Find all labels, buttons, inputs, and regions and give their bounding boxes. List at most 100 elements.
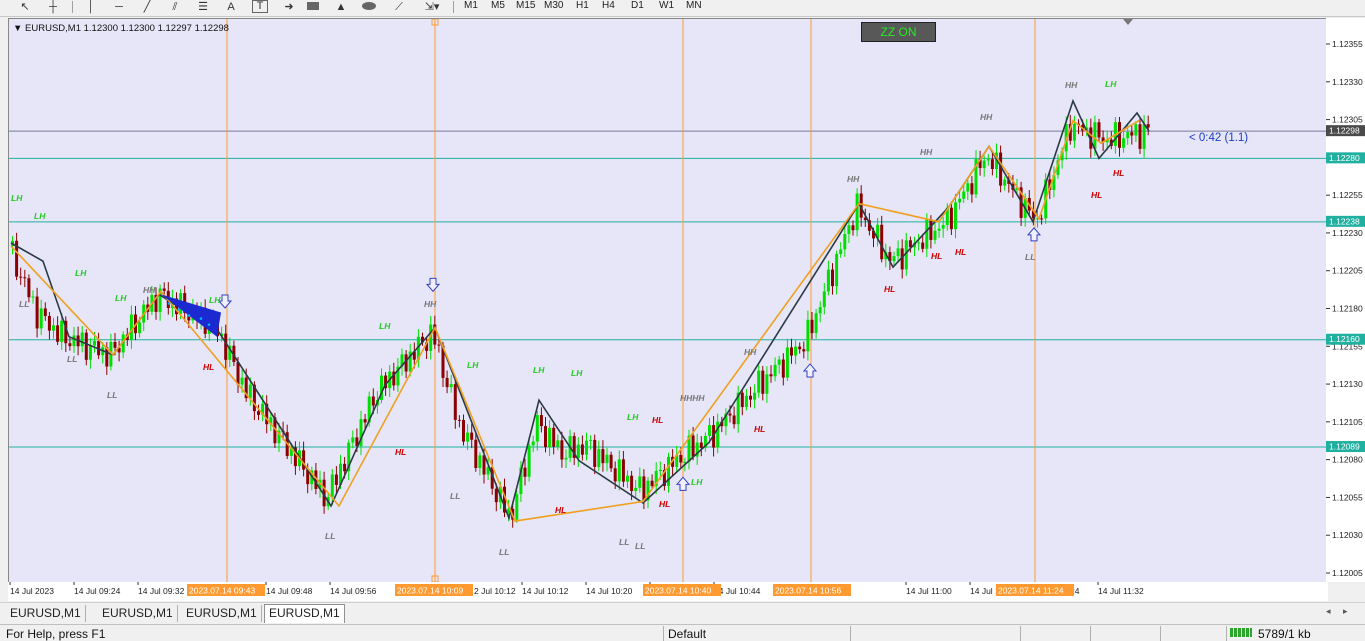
- down-arrow-icon[interactable]: [217, 294, 233, 309]
- tabs-scroll-right-icon[interactable]: ▸: [1343, 606, 1348, 617]
- toolbar: ↖ ┼ │ ─ ╱ ⫽ ☰ A T ➜ ▲ ⟋ ⇲▾ M1 M5 M15 M30 H1 H…: [0, 0, 1365, 17]
- bull-candle: [60, 320, 64, 342]
- bull-candle: [839, 249, 843, 255]
- bear-candle: [539, 415, 543, 427]
- zigzag-label: LH: [11, 193, 23, 203]
- down-arrow-icon[interactable]: [425, 277, 441, 293]
- bull-candle: [589, 439, 593, 441]
- triangle-icon[interactable]: ▲: [334, 0, 348, 14]
- timeframe-h1[interactable]: H1: [576, 0, 589, 14]
- bear-candle: [761, 370, 765, 394]
- price-tick-label: 1.12255: [1332, 190, 1363, 200]
- text-label-icon[interactable]: T: [252, 0, 268, 13]
- wedge-dot: [199, 317, 203, 320]
- chart-canvas[interactable]: LH LH LH LH LH LL LL LL HH HL HH LH LH HL LL LL LL LH LH HL…: [9, 18, 1327, 583]
- bull-candle: [535, 415, 539, 442]
- chart-tab[interactable]: EURUSD,M1: [182, 605, 262, 622]
- arrow-icon[interactable]: ➜: [282, 0, 296, 14]
- up-arrow-icon[interactable]: [802, 363, 818, 378]
- horizontal-line-icon[interactable]: ─: [112, 0, 126, 14]
- time-tick-label: 14 Jul 10:20: [586, 586, 633, 596]
- bull-candle: [80, 332, 84, 347]
- chart-scroll-marker-icon[interactable]: [1123, 19, 1133, 25]
- bear-candle: [679, 455, 683, 463]
- zigzag-line-orange[interactable]: [10, 119, 1140, 522]
- bear-candle: [470, 432, 474, 440]
- timeframe-m15[interactable]: M15: [516, 0, 535, 14]
- up-arrow-icon[interactable]: [675, 476, 691, 491]
- bear-candle: [457, 419, 461, 421]
- bear-candle: [810, 319, 814, 334]
- chart-tab[interactable]: EURUSD,M1: [98, 605, 178, 622]
- timeframe-h4[interactable]: H4: [602, 0, 615, 14]
- wedge-dot: [187, 314, 191, 317]
- zigzag-label: HL: [955, 247, 966, 257]
- timeframe-mn[interactable]: MN: [686, 0, 702, 14]
- bear-candle: [35, 296, 39, 329]
- bear-candle: [544, 426, 547, 448]
- chart-area[interactable]: LH LH LH LH LH LL LL LL HH HL HH LH LH HL LL LL LL LH LH HL…: [8, 18, 1328, 583]
- text-icon[interactable]: A: [224, 0, 238, 14]
- bull-candle: [248, 384, 252, 399]
- chart-tabs-bar: EURUSD,M1 EURUSD,M1 EURUSD,M1 EURUSD,M1 ◂ ▸: [0, 602, 1365, 623]
- objects-menu-icon[interactable]: ⇲▾: [420, 0, 444, 14]
- chart-tab[interactable]: EURUSD,M1: [264, 604, 345, 623]
- countdown-label: < 0:42 (1.1): [1189, 132, 1249, 144]
- bull-candle: [88, 345, 92, 360]
- bull-candle: [982, 160, 986, 169]
- vertical-line-icon[interactable]: │: [84, 0, 98, 14]
- price-tick-label: 1.12180: [1332, 304, 1363, 314]
- bear-candle: [334, 474, 338, 485]
- zigzag-label: LH: [75, 268, 87, 278]
- bear-candle: [552, 427, 556, 447]
- tabs-scroll-left-icon[interactable]: ◂: [1326, 606, 1331, 617]
- timeframe-d1[interactable]: D1: [631, 0, 644, 14]
- bull-candle: [773, 364, 777, 377]
- bear-candle: [236, 361, 240, 385]
- zigzag-label: LH: [1105, 79, 1117, 89]
- bear-candle: [728, 413, 732, 416]
- bull-candle: [72, 335, 76, 347]
- ellipse-icon[interactable]: [362, 0, 376, 14]
- fibo-fan-icon[interactable]: ⟋: [392, 0, 406, 14]
- timeframe-w1[interactable]: W1: [659, 0, 674, 14]
- bull-candle: [966, 183, 970, 192]
- bull-candle: [1093, 122, 1097, 149]
- up-arrow-icon[interactable]: [1026, 227, 1042, 242]
- time-highlight-label: 2023.07.14 10:09: [397, 586, 463, 596]
- bull-candle: [962, 191, 966, 199]
- bull-candle: [548, 427, 552, 448]
- bull-candle: [240, 377, 244, 385]
- zigzag-label: LH: [571, 368, 583, 378]
- toolbar-separator: [453, 1, 454, 13]
- connection-status-icon[interactable]: [1230, 628, 1252, 637]
- bear-candle: [732, 415, 736, 425]
- fibonacci-icon[interactable]: ☰: [196, 0, 210, 14]
- price-tick-label: 1.12230: [1332, 228, 1363, 238]
- bear-candle: [113, 342, 117, 348]
- dropdown-triangle-icon[interactable]: ▼: [13, 23, 22, 34]
- bear-candle: [642, 476, 646, 501]
- crosshair-icon[interactable]: ┼: [46, 0, 60, 14]
- zigzag-label: HL: [884, 284, 895, 294]
- bull-candle: [1134, 124, 1138, 136]
- bull-candle: [638, 476, 642, 488]
- bull-candle: [605, 454, 609, 464]
- timeframe-m30[interactable]: M30: [544, 0, 563, 14]
- zz-toggle-button[interactable]: ZZ ON: [861, 22, 936, 42]
- price-tick-label: 1.12305: [1332, 115, 1363, 125]
- zigzag-label: HH: [847, 174, 860, 184]
- cursor-icon[interactable]: ↖: [18, 0, 32, 14]
- zigzag-label: HHHH: [680, 393, 705, 403]
- time-highlight-label: 2023.07.14 10:56: [775, 586, 841, 596]
- timeframe-m1[interactable]: M1: [464, 0, 478, 14]
- timeframe-m5[interactable]: M5: [491, 0, 505, 14]
- bear-candle: [84, 332, 88, 360]
- channel-icon[interactable]: ⫽: [168, 0, 182, 14]
- zigzag-label: HL: [931, 251, 942, 261]
- bull-candle: [925, 219, 929, 249]
- trendline-icon[interactable]: ╱: [140, 0, 154, 14]
- rectangle-icon[interactable]: [306, 0, 320, 14]
- chart-tab[interactable]: EURUSD,M1: [6, 605, 86, 622]
- bear-candle: [749, 395, 752, 400]
